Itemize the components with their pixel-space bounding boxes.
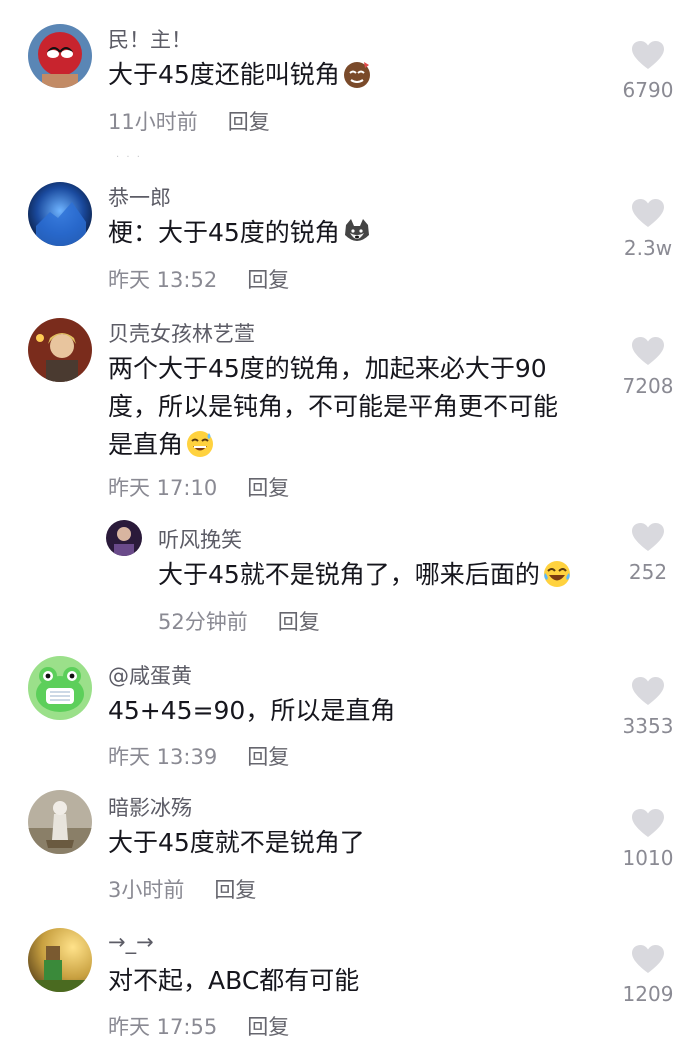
comment-meta: 昨天 17:55 回复 [108, 1011, 289, 1041]
avatar[interactable] [28, 790, 92, 854]
like-count: 6790 [622, 78, 674, 102]
tears-of-joy-icon [542, 559, 572, 589]
like-button[interactable]: 252 [603, 522, 690, 584]
heart-icon [632, 809, 664, 837]
comment-text: 大于45度还能叫锐角 [108, 56, 372, 94]
heart-icon [632, 337, 664, 365]
comment-meta: 昨天 13:39 回复 [108, 741, 289, 771]
reply-button[interactable]: 回复 [247, 745, 289, 769]
like-count: 3353 [622, 714, 674, 738]
comment-time: 昨天 13:39 [108, 745, 218, 769]
comment-time: 昨天 17:10 [108, 476, 218, 500]
comment-text: 大于45度就不是锐角了 [108, 828, 365, 857]
user-name[interactable]: 贝壳女孩林艺萱 [108, 318, 255, 348]
reply-button[interactable]: 回复 [278, 610, 320, 634]
reply-button[interactable]: 回复 [247, 1015, 289, 1039]
comment-time: 昨天 13:52 [108, 268, 218, 292]
comment-time: 昨天 17:55 [108, 1015, 218, 1039]
like-count: 2.3w [623, 236, 673, 260]
user-name[interactable]: @咸蛋黄 [108, 660, 192, 690]
like-count: 1010 [622, 846, 674, 870]
user-name[interactable]: 听风挽笑 [158, 524, 242, 554]
heart-icon [632, 199, 664, 227]
like-button[interactable]: 6790 [603, 40, 690, 102]
like-count: 1209 [622, 982, 674, 1006]
like-button[interactable]: 2.3w [603, 198, 690, 260]
reply-button[interactable]: 回复 [247, 476, 289, 500]
like-button[interactable]: 7208 [603, 336, 690, 398]
heart-icon [632, 945, 664, 973]
husky-face-icon [342, 217, 372, 247]
sly-face-icon [342, 59, 372, 89]
heart-icon [632, 677, 664, 705]
avatar[interactable] [28, 656, 92, 720]
like-button[interactable]: 3353 [603, 676, 690, 738]
user-name[interactable]: 恭一郎 [108, 182, 171, 212]
comment-text: 两个大于45度的锐角，加起来必大于90 度，所以是钝角，不可能是平角更不可能 是… [108, 354, 559, 459]
collapsed-divider: · · · [116, 152, 142, 163]
reply-button[interactable]: 回复 [228, 110, 270, 134]
comment-text: 大于45就不是锐角了，哪来后面的 [158, 556, 572, 594]
heart-icon [632, 41, 664, 69]
like-count: 252 [628, 560, 668, 584]
comment-meta: 52分钟前 回复 [158, 606, 320, 636]
comment-time: 11小时前 [108, 110, 198, 134]
user-name[interactable]: 民！主！ [108, 24, 192, 54]
like-button[interactable]: 1209 [603, 944, 690, 1006]
sweat-smile-icon [185, 429, 215, 459]
reply-button[interactable]: 回复 [247, 268, 289, 292]
user-name[interactable]: 暗影冰殇 [108, 792, 192, 822]
comment-text: 45+45=90，所以是直角 [108, 696, 396, 725]
heart-icon [632, 523, 664, 551]
comment-meta: 昨天 13:52 回复 [108, 264, 289, 294]
avatar[interactable] [106, 520, 142, 556]
avatar[interactable] [28, 928, 92, 992]
comment-text: 对不起，ABC都有可能 [108, 966, 360, 995]
like-count: 7208 [622, 374, 674, 398]
reply-button[interactable]: 回复 [214, 878, 256, 902]
avatar[interactable] [28, 318, 92, 382]
comment-meta: 昨天 17:10 回复 [108, 472, 289, 502]
comment-time: 52分钟前 [158, 610, 248, 634]
avatar[interactable] [28, 24, 92, 88]
user-name[interactable]: →_→ [108, 930, 154, 954]
avatar[interactable] [28, 182, 92, 246]
comment-meta: 3小时前 回复 [108, 874, 256, 904]
comment-meta: 11小时前 回复 [108, 106, 270, 136]
comment-time: 3小时前 [108, 878, 185, 902]
like-button[interactable]: 1010 [603, 808, 690, 870]
comment-text: 梗：大于45度的锐角 [108, 214, 372, 252]
